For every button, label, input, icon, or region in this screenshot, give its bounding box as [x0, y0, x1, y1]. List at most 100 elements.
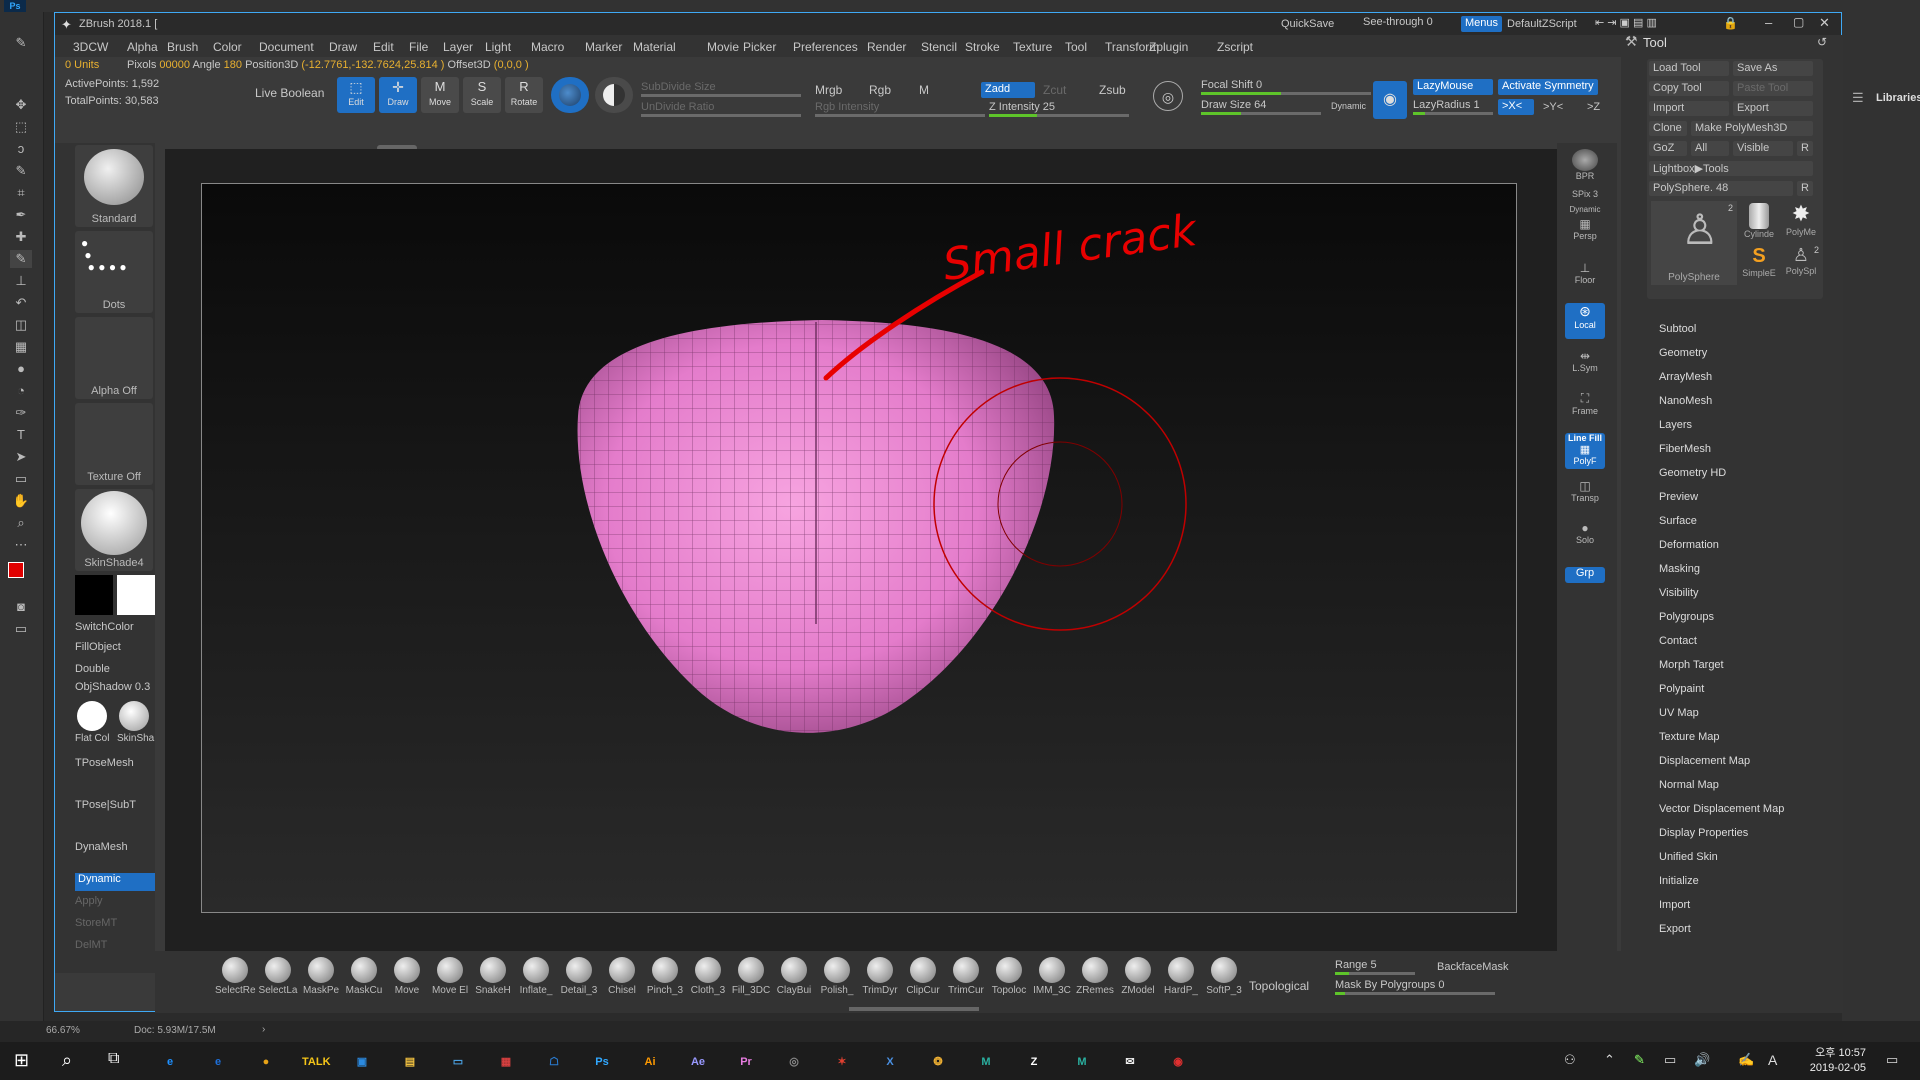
brush-slot-23[interactable]: SoftP_3	[1204, 957, 1244, 1007]
brush-slot-1[interactable]: SelectLa	[258, 957, 298, 1007]
frame-button[interactable]: ⛶ Frame	[1565, 391, 1605, 427]
move-tool-icon[interactable]: ✥	[10, 96, 32, 114]
brush-slot-10[interactable]: Pinch_3	[645, 957, 685, 1007]
type-tool-icon[interactable]: T	[10, 426, 32, 444]
menu-alpha[interactable]: Alpha	[127, 40, 158, 54]
brush-preset-icon[interactable]: ✎	[10, 34, 32, 52]
make-polymesh-button[interactable]: Make PolyMesh3D	[1691, 121, 1813, 136]
task-view-icon[interactable]: ⧉	[108, 1050, 119, 1068]
quick-mask-icon[interactable]: ◙	[10, 598, 32, 616]
menu-texture[interactable]: Texture	[1013, 40, 1052, 54]
dynamic-button[interactable]: Dynamic	[75, 873, 155, 891]
tool-section-initialize[interactable]: Initialize	[1659, 875, 1699, 887]
tray-chevron-icon[interactable]: ⌃	[1604, 1052, 1615, 1068]
menu-file[interactable]: File	[409, 40, 428, 54]
menu-preferences[interactable]: Preferences	[793, 40, 858, 54]
save-as-button[interactable]: Save As	[1733, 61, 1813, 76]
stroke-thumb[interactable]: ● ● ● ● ● ● Dots	[75, 231, 153, 313]
material-thumb[interactable]: SkinShade4	[75, 489, 153, 571]
hand-tool-icon[interactable]: ✋	[10, 492, 32, 510]
current-tool-slider[interactable]: PolySphere. 48	[1649, 181, 1793, 196]
simplebrush-thumb[interactable]: S SimpleE	[1739, 245, 1779, 285]
brush-slot-13[interactable]: ClayBui	[774, 957, 814, 1007]
undivide-ratio-slider[interactable]: UnDivide Ratio	[641, 101, 801, 117]
screen-mode-icon[interactable]: ▭	[10, 620, 32, 638]
lazymouse-button[interactable]: LazyMouse	[1413, 79, 1493, 95]
tpose-subt-button[interactable]: TPose|SubT	[75, 799, 155, 817]
taskbar-app-icon[interactable]: Pr	[734, 1050, 758, 1074]
menu-render[interactable]: Render	[867, 40, 906, 54]
brush-thumb[interactable]: Standard	[75, 145, 153, 227]
menu-light[interactable]: Light	[485, 40, 511, 54]
brush-slot-17[interactable]: TrimCur	[946, 957, 986, 1007]
tool-section-masking[interactable]: Masking	[1659, 563, 1700, 575]
draw-button[interactable]: ✛ Draw	[379, 77, 417, 113]
lsym-button[interactable]: ⇹ L.Sym	[1565, 349, 1605, 385]
brush-slot-6[interactable]: SnakeH	[473, 957, 513, 1007]
tool-section-import[interactable]: Import	[1659, 899, 1690, 911]
taskbar-app-icon[interactable]: ▤	[398, 1050, 422, 1074]
taskbar-app-icon[interactable]: ✉	[1118, 1050, 1142, 1074]
taskbar-app-icon[interactable]: ❂	[926, 1050, 950, 1074]
brush-slot-14[interactable]: Polish_	[817, 957, 857, 1007]
local-button[interactable]: ⊛ Local	[1565, 303, 1605, 339]
brush-slot-16[interactable]: ClipCur	[903, 957, 943, 1007]
brush-slot-2[interactable]: MaskPe	[301, 957, 341, 1007]
taskbar-app-icon[interactable]: Z	[1022, 1050, 1046, 1074]
taskbar-app-icon[interactable]: e	[158, 1050, 182, 1074]
brush-slot-0[interactable]: SelectRe	[215, 957, 256, 1007]
subdivide-size-slider[interactable]: SubDivide Size	[641, 81, 801, 97]
fill-object-button[interactable]: FillObject	[75, 641, 155, 659]
scale-button[interactable]: S Scale	[463, 77, 501, 113]
m-button[interactable]: M	[919, 83, 929, 97]
move-button[interactable]: M Move	[421, 77, 459, 113]
menu-stencil[interactable]: Stencil	[921, 40, 957, 54]
tool-section-uv-map[interactable]: UV Map	[1659, 707, 1699, 719]
tool-section-displacement-map[interactable]: Displacement Map	[1659, 755, 1750, 767]
tray-pen2-icon[interactable]: ✍	[1738, 1052, 1754, 1068]
taskbar-app-icon[interactable]: ●	[254, 1050, 278, 1074]
layout-icons[interactable]: ⇤ ⇥ ▣ ▤ ▥	[1595, 16, 1657, 29]
brush-slot-8[interactable]: Detail_3	[559, 957, 599, 1007]
menu-tool[interactable]: Tool	[1065, 40, 1087, 54]
transp-button[interactable]: ◫ Transp	[1565, 479, 1605, 515]
pen-tool-icon[interactable]: ✑	[10, 404, 32, 422]
stroke-target-icon[interactable]: ◎	[1153, 81, 1183, 111]
polymesh-thumb[interactable]: ✸ PolyMe	[1781, 201, 1821, 241]
brush-slot-11[interactable]: Cloth_3	[688, 957, 728, 1007]
taskbar-app-icon[interactable]: M	[1070, 1050, 1094, 1074]
tool-section-nanomesh[interactable]: NanoMesh	[1659, 395, 1712, 407]
solo-button[interactable]: ● Solo	[1565, 521, 1605, 557]
zoom-level[interactable]: 66.67%	[46, 1025, 80, 1036]
menu-movie[interactable]: Movie	[707, 40, 739, 54]
menu-zscript[interactable]: Zscript	[1217, 40, 1253, 54]
brush-slot-20[interactable]: ZRemes	[1075, 957, 1115, 1007]
taskbar-app-icon[interactable]: ▭	[446, 1050, 470, 1074]
tool-section-arraymesh[interactable]: ArrayMesh	[1659, 371, 1712, 383]
lightbox-tools-button[interactable]: Lightbox▶Tools	[1649, 161, 1813, 176]
flat-color-material-icon[interactable]	[77, 701, 107, 731]
menu-edit[interactable]: Edit	[373, 40, 394, 54]
people-icon[interactable]: ⚇	[1564, 1052, 1576, 1068]
sym-x-button[interactable]: >X<	[1498, 99, 1534, 115]
main-color-swatch[interactable]	[75, 575, 113, 615]
sym-y-button[interactable]: >Y<	[1543, 101, 1563, 113]
tool-section-vector-displacement-map[interactable]: Vector Displacement Map	[1659, 803, 1784, 815]
switch-color-button[interactable]: SwitchColor	[75, 621, 155, 639]
marquee-tool-icon[interactable]: ⬚	[10, 118, 32, 136]
import-button[interactable]: Import	[1649, 101, 1729, 116]
dynamesh-button[interactable]: DynaMesh	[75, 841, 155, 859]
tool-section-export[interactable]: Export	[1659, 923, 1691, 935]
tool-section-preview[interactable]: Preview	[1659, 491, 1698, 503]
floor-button[interactable]: ⊥ Floor	[1565, 261, 1605, 297]
taskbar-app-icon[interactable]: ☖	[542, 1050, 566, 1074]
store-mt-button[interactable]: StoreMT	[75, 917, 155, 935]
brush-slot-5[interactable]: Move El	[430, 957, 470, 1007]
lock-icon[interactable]: 🔒	[1723, 16, 1738, 30]
copy-tool-button[interactable]: Copy Tool	[1649, 81, 1729, 96]
tool-section-subtool[interactable]: Subtool	[1659, 323, 1696, 335]
document-viewport[interactable]: Small crack	[165, 149, 1557, 955]
brush-slot-21[interactable]: ZModel	[1118, 957, 1158, 1007]
menu-macro[interactable]: Macro	[531, 40, 564, 54]
menu-3dcw[interactable]: 3DCW	[73, 40, 108, 54]
